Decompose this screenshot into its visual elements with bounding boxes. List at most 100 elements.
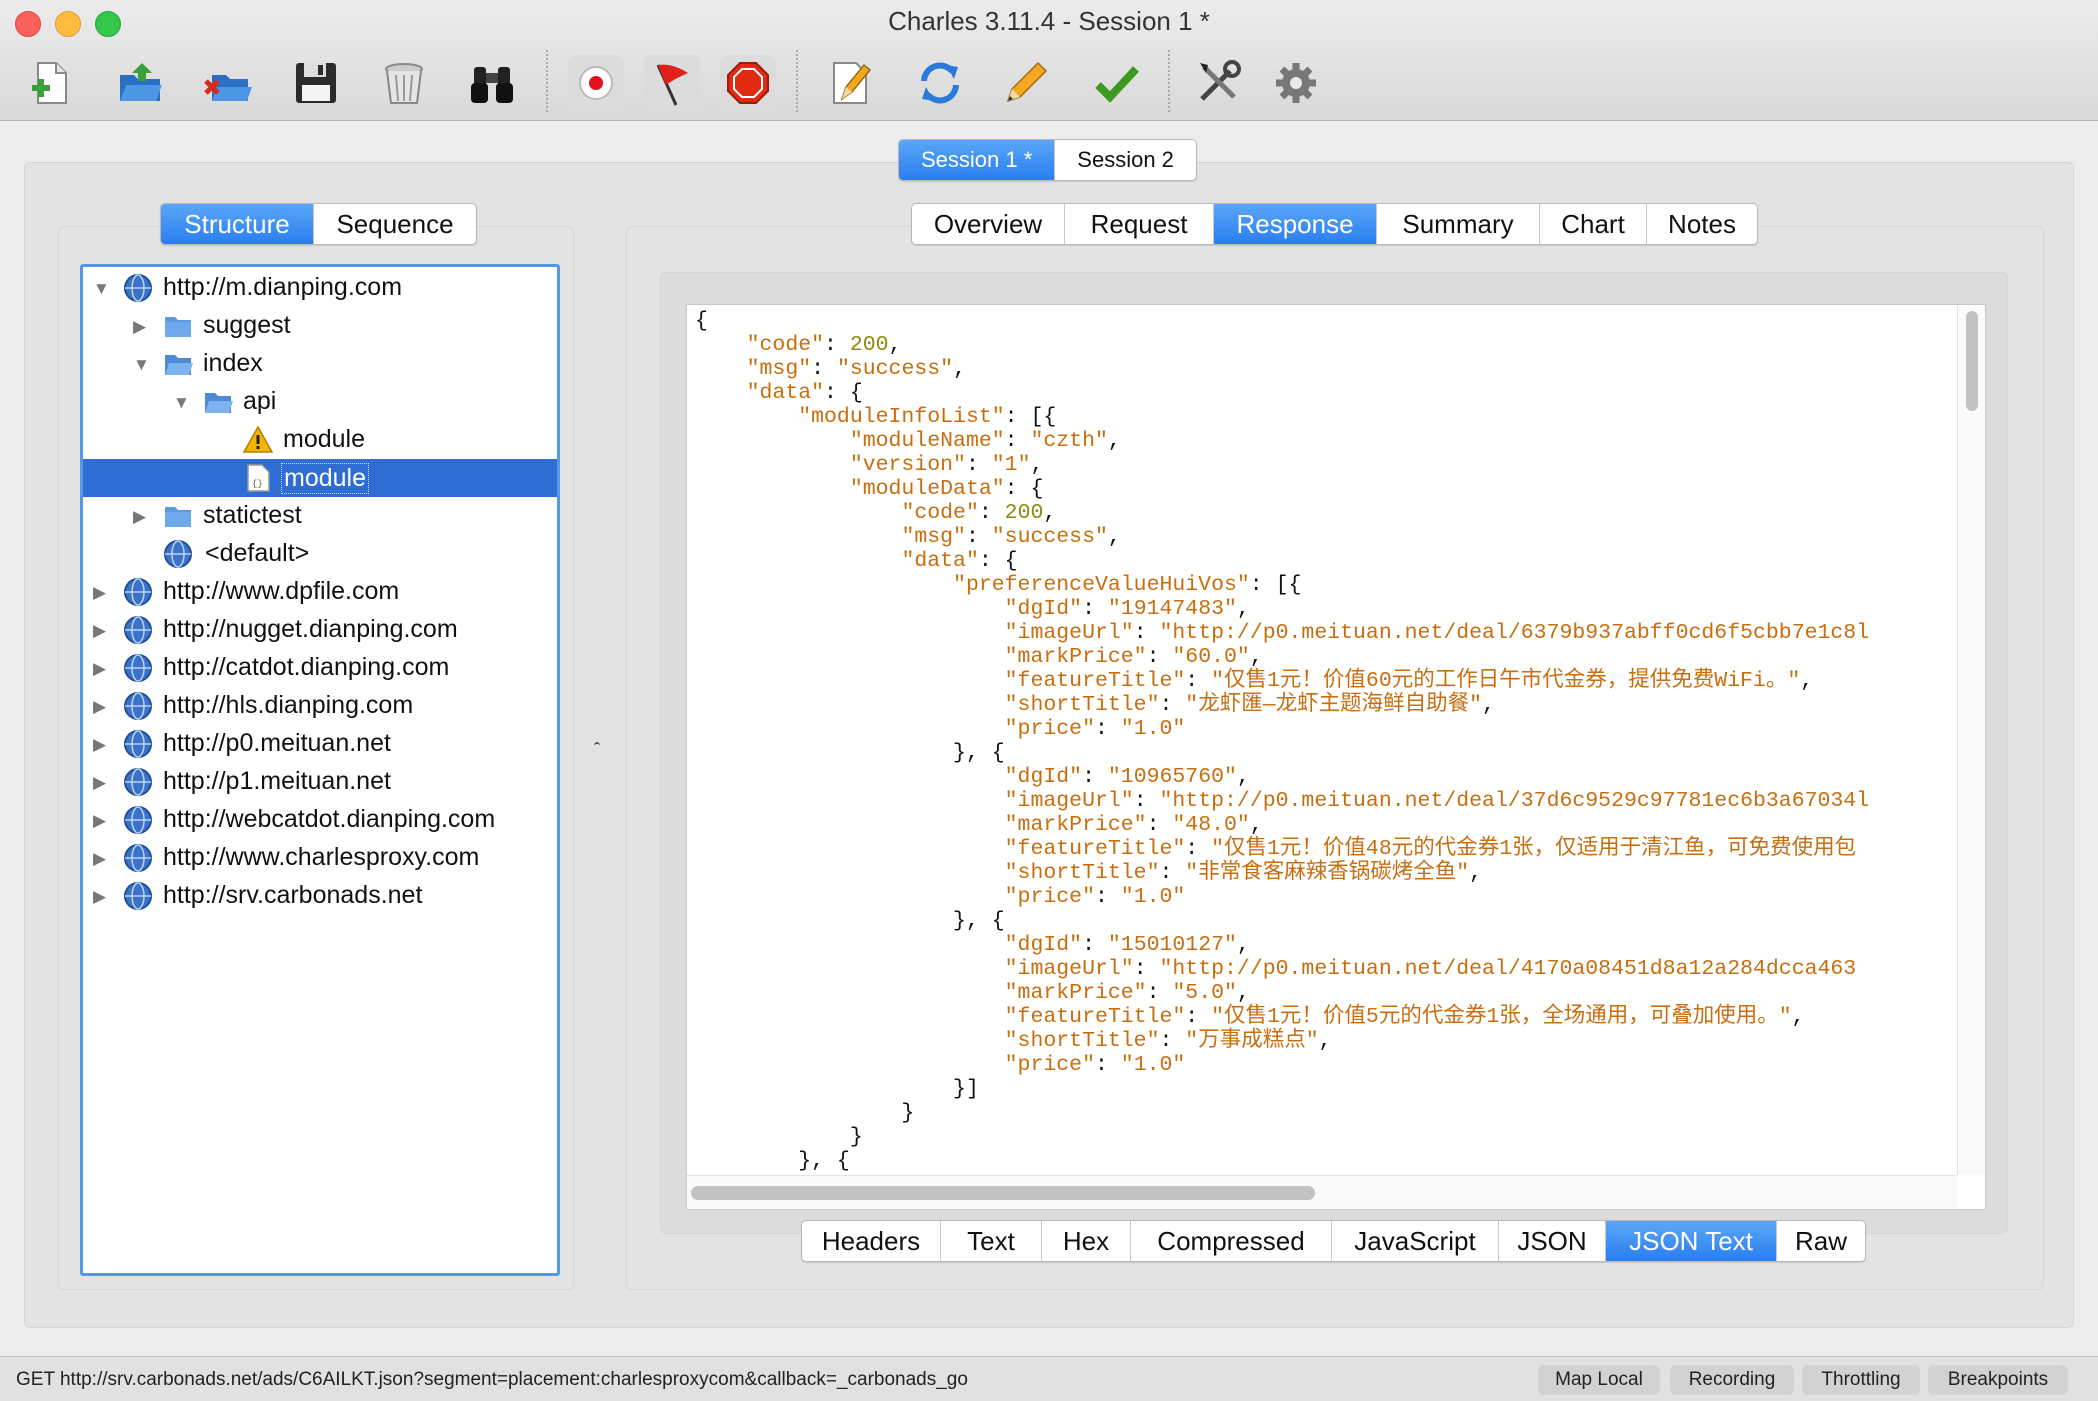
repeat-button[interactable] — [912, 55, 968, 111]
tab-notes[interactable]: Notes — [1646, 204, 1757, 244]
tab-session-2[interactable]: Session 2 — [1054, 140, 1196, 180]
tab-text[interactable]: Text — [940, 1221, 1041, 1261]
json-key: "code" — [901, 501, 979, 525]
json-punct: { — [695, 309, 708, 333]
tools-button[interactable] — [1190, 55, 1246, 111]
tab-chart[interactable]: Chart — [1539, 204, 1646, 244]
tree-item-label: http://nugget.dianping.com — [163, 615, 458, 643]
json-string: "非常食客麻辣香锅碳烤全鱼" — [1185, 861, 1470, 885]
json-punct — [695, 333, 747, 357]
tree-item-module-warning[interactable]: module — [83, 421, 557, 459]
tree-item-host[interactable]: ▶ http://nugget.dianping.com — [83, 611, 557, 649]
json-punct: , — [1107, 429, 1121, 453]
json-punct: : — [1159, 1029, 1186, 1053]
tree-item-label: <default> — [205, 539, 310, 567]
disclosure-collapsed-icon[interactable]: ▶ — [93, 849, 106, 869]
edit-button[interactable] — [998, 55, 1054, 111]
open-folder-icon — [120, 63, 162, 101]
horizontal-scroll-thumb[interactable] — [691, 1186, 1315, 1200]
breakpoints-button[interactable] — [644, 55, 700, 111]
tree-item-index[interactable]: ▼ index — [83, 345, 557, 383]
disclosure-collapsed-icon[interactable]: ▶ — [93, 887, 106, 907]
tree-item-module-selected[interactable]: {} module — [83, 459, 557, 497]
validate-button[interactable] — [1088, 55, 1144, 111]
json-punct — [695, 669, 1005, 693]
tab-compressed[interactable]: Compressed — [1130, 1221, 1331, 1261]
tab-sequence[interactable]: Sequence — [313, 204, 476, 244]
json-text-view[interactable]: { "code": 200, "msg": "success", "data":… — [686, 304, 1986, 1210]
record-icon — [579, 66, 613, 100]
disclosure-expanded-icon[interactable]: ▼ — [173, 393, 190, 413]
save-session-button[interactable] — [288, 55, 344, 111]
throttle-button[interactable] — [720, 55, 776, 111]
disclosure-collapsed-icon[interactable]: ▶ — [93, 735, 106, 755]
tree-item-m-dianping[interactable]: ▼ http://m.dianping.com — [83, 269, 557, 307]
json-line: "imageUrl": "http://p0.meituan.net/deal/… — [695, 957, 1857, 981]
open-session-button[interactable] — [112, 55, 168, 111]
binoculars-icon — [471, 67, 513, 103]
tab-summary[interactable]: Summary — [1376, 204, 1539, 244]
settings-button[interactable] — [1268, 55, 1324, 111]
tab-javascript[interactable]: JavaScript — [1331, 1221, 1498, 1261]
horizontal-scrollbar[interactable] — [687, 1175, 1957, 1209]
tree-item-statictest[interactable]: ▶ statictest — [83, 497, 557, 535]
find-button[interactable] — [464, 55, 520, 111]
vertical-scroll-thumb[interactable] — [1966, 311, 1978, 411]
close-folder-icon — [204, 75, 252, 101]
json-punct: } — [695, 1125, 863, 1149]
close-session-button[interactable] — [200, 55, 256, 111]
breakpoints-status-button[interactable]: Breakpoints — [1928, 1365, 2068, 1395]
disclosure-collapsed-icon[interactable]: ▶ — [133, 507, 146, 527]
disclosure-collapsed-icon[interactable]: ▶ — [93, 659, 106, 679]
tab-json[interactable]: JSON — [1498, 1221, 1605, 1261]
disclosure-expanded-icon[interactable]: ▼ — [93, 279, 110, 299]
tree-item-host[interactable]: ▶ http://catdot.dianping.com — [83, 649, 557, 687]
disclosure-collapsed-icon[interactable]: ▶ — [133, 317, 146, 337]
disclosure-collapsed-icon[interactable]: ▶ — [93, 621, 106, 641]
tab-raw[interactable]: Raw — [1776, 1221, 1865, 1261]
tab-response[interactable]: Response — [1213, 204, 1376, 244]
tree-item-default[interactable]: <default> — [83, 535, 557, 573]
json-key: "price" — [1004, 885, 1095, 909]
json-key: "featureTitle" — [1004, 837, 1186, 861]
tab-json-text[interactable]: JSON Text — [1605, 1221, 1776, 1261]
json-string: "http://p0.meituan.net/deal/6379b937abff… — [1159, 621, 1870, 645]
disclosure-expanded-icon[interactable]: ▼ — [133, 355, 150, 375]
tree-item-host[interactable]: ▶ http://p0.meituan.net — [83, 725, 557, 763]
tab-headers[interactable]: Headers — [802, 1221, 940, 1261]
throttling-button[interactable]: Throttling — [1802, 1365, 1920, 1395]
tree-item-host[interactable]: ▶ http://srv.carbonads.net — [83, 877, 557, 915]
detail-tabs: Overview Request Response Summary Chart … — [911, 203, 1758, 245]
splitter-handle[interactable] — [594, 742, 602, 756]
recording-button[interactable]: Recording — [1670, 1365, 1794, 1395]
vertical-scrollbar[interactable] — [1957, 305, 1985, 1175]
tree-item-host[interactable]: ▶ http://hls.dianping.com — [83, 687, 557, 725]
tab-session-1[interactable]: Session 1 * — [899, 140, 1055, 180]
globe-icon — [124, 844, 152, 872]
new-session-button[interactable] — [22, 55, 78, 111]
record-button[interactable] — [568, 55, 624, 111]
tree-item-host[interactable]: ▶ http://www.charlesproxy.com — [83, 839, 557, 877]
disclosure-collapsed-icon[interactable]: ▶ — [93, 811, 106, 831]
tree-item-suggest[interactable]: ▶ suggest — [83, 307, 557, 345]
disclosure-collapsed-icon[interactable]: ▶ — [93, 697, 106, 717]
disclosure-collapsed-icon[interactable]: ▶ — [93, 773, 106, 793]
tree-item-host[interactable]: ▶ http://p1.meituan.net — [83, 763, 557, 801]
json-line: "dgId": "15010127", — [695, 933, 1250, 957]
tab-hex[interactable]: Hex — [1041, 1221, 1130, 1261]
folder-open-icon — [165, 355, 193, 375]
tree-item-host[interactable]: ▶ http://www.dpfile.com — [83, 573, 557, 611]
tab-structure[interactable]: Structure — [161, 204, 313, 244]
tree-item-api[interactable]: ▼ api — [83, 383, 557, 421]
map-local-button[interactable]: Map Local — [1538, 1365, 1660, 1395]
tab-overview[interactable]: Overview — [912, 204, 1064, 244]
tree-item-host[interactable]: ▶ http://webcatdot.dianping.com — [83, 801, 557, 839]
compose-button[interactable] — [822, 55, 878, 111]
tab-request[interactable]: Request — [1064, 204, 1213, 244]
json-punct: : — [1146, 813, 1173, 837]
json-text-content[interactable]: { "code": 200, "msg": "success", "data":… — [695, 309, 1869, 1173]
disclosure-collapsed-icon[interactable]: ▶ — [93, 583, 106, 603]
json-string: "1.0" — [1120, 885, 1186, 909]
clear-session-button[interactable] — [376, 55, 432, 111]
json-key: "markPrice" — [1004, 813, 1147, 837]
